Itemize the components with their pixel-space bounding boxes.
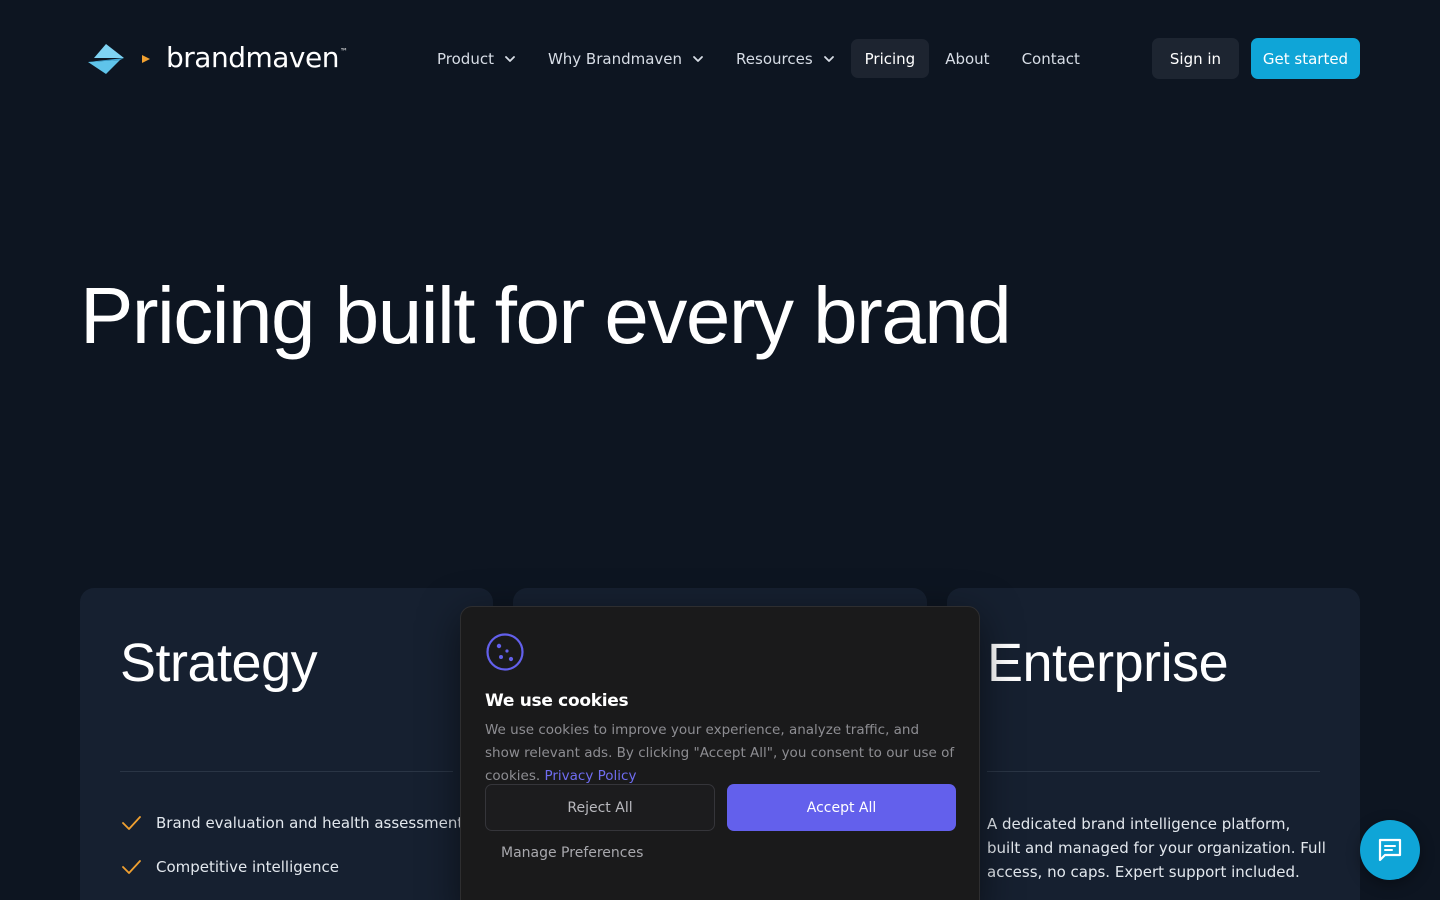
chevron-down-icon [504, 53, 516, 65]
cookie-body: We use cookies to improve your experienc… [485, 722, 955, 784]
nav-item-contact[interactable]: Contact [1006, 39, 1096, 78]
chat-icon [1376, 836, 1404, 864]
card-divider [120, 771, 453, 772]
feature-label: Brand evaluation and health assessment [156, 814, 464, 832]
accept-all-button[interactable]: Accept All [727, 784, 956, 831]
check-icon [120, 859, 142, 875]
chevron-down-icon [692, 53, 704, 65]
get-started-button[interactable]: Get started [1251, 38, 1360, 79]
nav-item-pricing[interactable]: Pricing [850, 39, 930, 78]
cookie-title: We use cookies [485, 691, 629, 711]
nav-item-label: Product [437, 49, 494, 68]
cookie-consent-dialog: We use cookies We use cookies to improve… [460, 606, 980, 900]
feature-item: Brand evaluation and health assessment [120, 814, 463, 832]
feature-label: Competitive intelligence [156, 858, 340, 876]
nav-item-label: Resources [736, 49, 813, 68]
sign-in-button[interactable]: Sign in [1152, 38, 1239, 79]
reject-all-button[interactable]: Reject All [485, 784, 715, 831]
nav-item-label: About [945, 49, 990, 68]
card-divider [987, 771, 1320, 772]
pricing-card-strategy: Strategy Brand evaluation and health ass… [80, 588, 493, 900]
brand-logo[interactable]: brandmaven™ [86, 40, 348, 76]
logo-mark-icon [88, 44, 150, 74]
nav-item-about[interactable]: About [929, 39, 1005, 78]
main-nav: Product Why Brandmaven Resources Pricing… [421, 39, 1096, 78]
card-title: Strategy [120, 633, 318, 693]
nav-item-product[interactable]: Product [421, 39, 532, 78]
nav-item-why-brandmaven[interactable]: Why Brandmaven [532, 39, 720, 78]
cookie-icon [485, 632, 525, 672]
chat-launcher-button[interactable] [1360, 820, 1420, 880]
card-description: A dedicated brand intelligence platform,… [987, 815, 1326, 881]
check-icon [120, 815, 142, 831]
brand-name: brandmaven™ [166, 40, 348, 74]
nav-item-label: Contact [1021, 49, 1080, 68]
pricing-card-enterprise: Enterprise A dedicated brand intelligenc… [947, 588, 1360, 900]
privacy-policy-link[interactable]: Privacy Policy [544, 768, 636, 784]
card-title: Enterprise [987, 633, 1229, 693]
site-header: brandmaven™ Product Why Brandmaven Resou… [0, 0, 1440, 116]
nav-item-resources[interactable]: Resources [720, 39, 851, 78]
page-title: Pricing built for every brand [80, 271, 1012, 360]
feature-item: Competitive intelligence [120, 858, 339, 876]
manage-preferences-button[interactable]: Manage Preferences [501, 843, 643, 863]
nav-item-label: Pricing [864, 49, 916, 68]
nav-item-label: Why Brandmaven [547, 49, 683, 68]
chevron-down-icon [823, 53, 835, 65]
